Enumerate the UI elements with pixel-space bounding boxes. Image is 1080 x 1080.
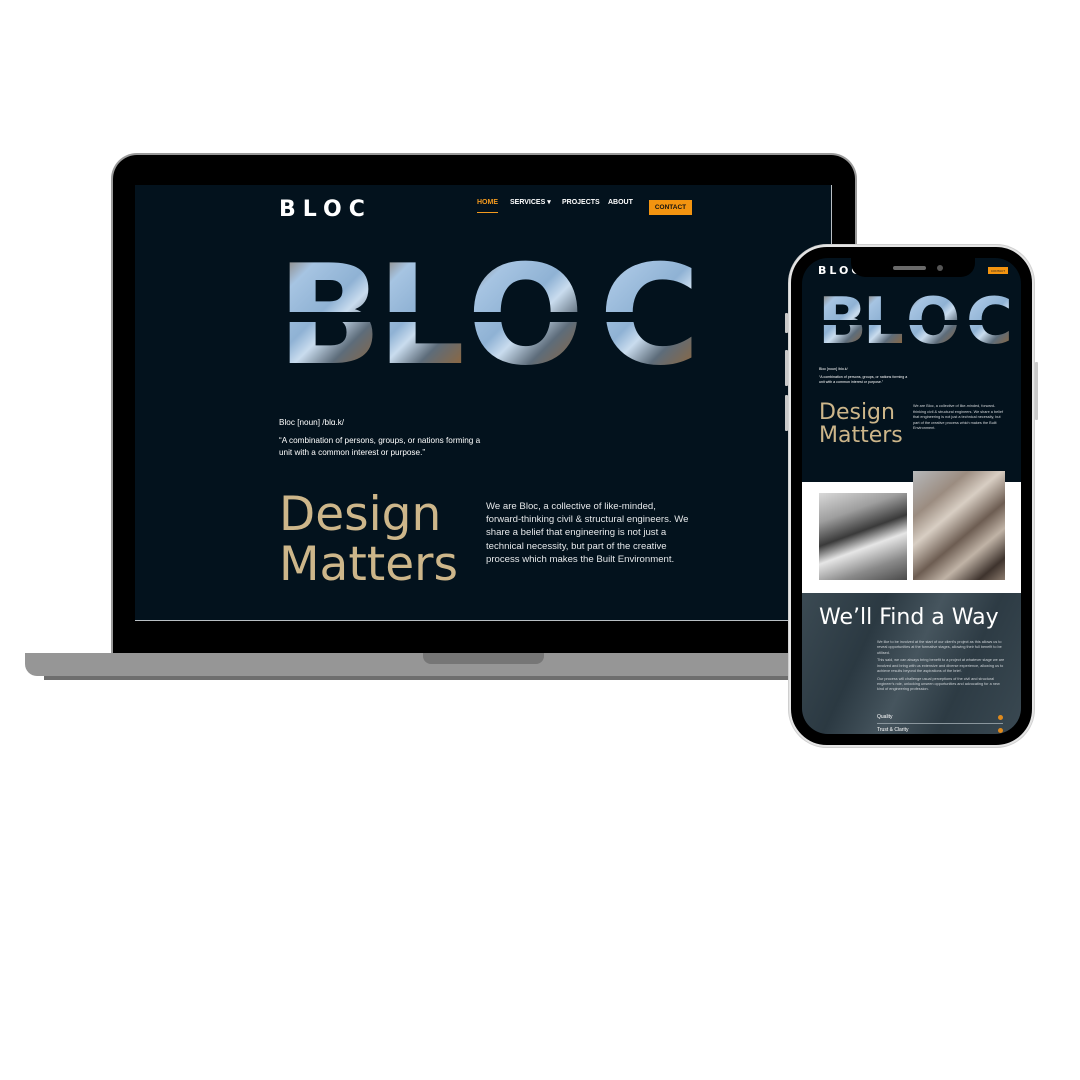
phone-intro-heading: Design Matters: [819, 401, 903, 447]
definition-title: Bloc [noun] /blɑ.k/: [279, 418, 345, 427]
definition-quote: “A combination of persons, groups, or na…: [279, 436, 481, 457]
definition-block: Bloc [noun] /blɑ.k/ “A combination of pe…: [279, 417, 484, 459]
phone-contact-button[interactable]: CONTACT: [988, 267, 1008, 274]
phone-speaker: [893, 266, 926, 270]
hero-letter-split: [277, 312, 687, 322]
phone-camera: [937, 265, 943, 271]
laptop-base-shadow: [44, 676, 790, 680]
plus-circle-icon: [998, 714, 1003, 720]
phone-approach-body: We like to be involved at the start of o…: [877, 640, 1007, 695]
phone-approach-paragraph: This said, we can always bring benefit t…: [877, 658, 1005, 673]
nav-projects[interactable]: PROJECTS: [562, 199, 600, 206]
intro-body: We are Bloc, a collective of like-minded…: [486, 501, 689, 565]
nav-services[interactable]: SERVICES ▾: [510, 198, 551, 206]
phone-gallery-image-engineer[interactable]: [819, 493, 907, 580]
phone-intro-heading-line2: Matters: [819, 423, 903, 448]
nav-home[interactable]: HOME: [477, 199, 498, 213]
phone-hero-letter-split: [818, 320, 1006, 325]
site-logo[interactable]: BLOC: [279, 197, 372, 222]
chevron-down-icon: ▾: [547, 199, 551, 206]
phone-volume-up-button: [785, 350, 788, 386]
phone-intro-body: We are Bloc, a collective of like-minded…: [913, 404, 1004, 430]
phone-approach-paragraph: Our process will challenge usual percept…: [877, 676, 1000, 692]
hero-bloc-letters: B L O C: [277, 246, 700, 386]
nav-about[interactable]: ABOUT: [608, 199, 633, 206]
intro-heading-line1: Design: [279, 487, 442, 542]
plus-circle-icon: [998, 727, 1003, 733]
phone-definition-title: Bloc [noun] /blɑ.k/: [819, 367, 848, 371]
phone-power-button: [1035, 362, 1038, 420]
phone-approach-heading: We’ll Find a Way: [819, 605, 999, 630]
laptop-hinge-notch: [423, 653, 544, 664]
nav-services-label: SERVICES: [510, 199, 546, 206]
phone-definition-quote: “A combination of persons, groups, or na…: [819, 375, 908, 384]
laptop-base: [25, 653, 790, 676]
phone-gallery-image-structure[interactable]: [913, 471, 1005, 580]
phone-volume-down-button: [785, 395, 788, 431]
phone-hero-bloc-letters: B L O C: [818, 289, 1013, 355]
phone-mute-switch: [785, 313, 788, 333]
phone-definition-block: Bloc [noun] /blɑ.k/ “A combination of pe…: [819, 367, 911, 385]
phone-approach-paragraph: We like to be involved at the start of o…: [877, 640, 1002, 655]
intro-heading: Design Matters: [279, 490, 458, 590]
intro-heading-line2: Matters: [279, 537, 458, 592]
accordion-label: Quality: [877, 714, 893, 720]
accordion-label: Trust & Clarity: [877, 727, 909, 733]
phone-screen: BLOC CONTACT B L O C Bloc [noun] /blɑ.k/…: [802, 258, 1021, 734]
accordion-item-quality[interactable]: Quality: [877, 711, 1003, 723]
contact-button[interactable]: CONTACT: [649, 200, 692, 215]
phone-intro-heading-line1: Design: [819, 400, 895, 425]
laptop-screen: BLOC HOME SERVICES ▾ PROJECTS ABOUT CONT…: [135, 185, 832, 621]
accordion-item-trust-clarity[interactable]: Trust & Clarity: [877, 724, 1003, 734]
